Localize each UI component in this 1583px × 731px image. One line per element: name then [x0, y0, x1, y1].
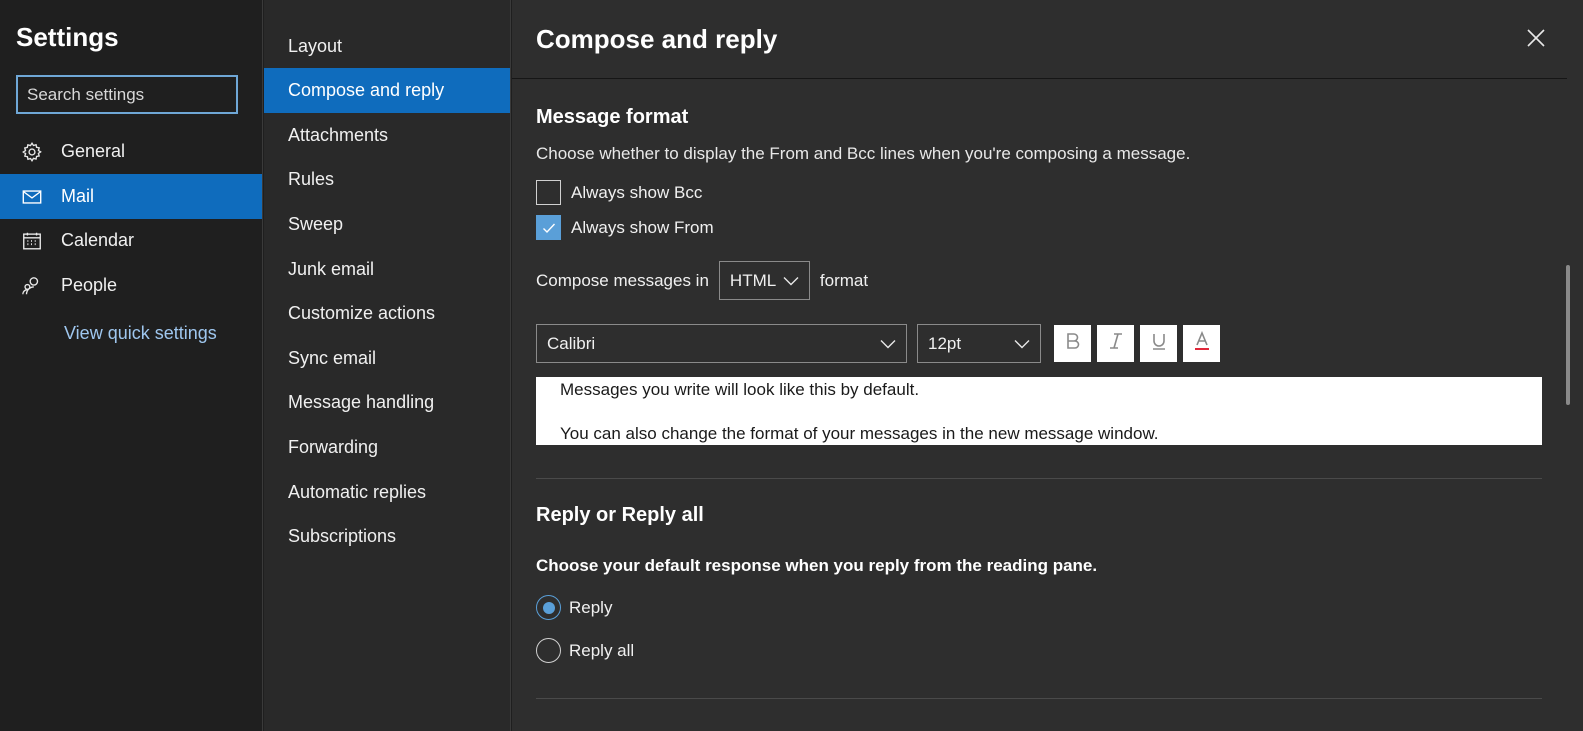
reply-all-radio[interactable]: Reply all [536, 638, 634, 663]
section-subscriptions[interactable]: Subscriptions [264, 514, 510, 559]
close-icon[interactable] [1524, 26, 1548, 50]
italic-icon [1106, 331, 1126, 356]
radio-unselected-icon[interactable] [536, 638, 561, 663]
mail-icon [20, 185, 44, 209]
always-show-bcc-checkbox[interactable]: Always show Bcc [536, 180, 702, 205]
always-show-from-checkbox[interactable]: Always show From [536, 215, 714, 240]
checkbox-label: Always show From [571, 217, 714, 237]
reply-radio[interactable]: Reply [536, 595, 612, 620]
nav-item-label: General [61, 141, 126, 161]
section-sync-email[interactable]: Sync email [264, 336, 510, 381]
chevron-down-icon [880, 334, 896, 354]
font-family-dropdown[interactable]: Calibri [536, 324, 907, 363]
compose-format-row: Compose messages in HTML format [536, 261, 868, 300]
bold-icon [1063, 331, 1083, 356]
section-forwarding[interactable]: Forwarding [264, 425, 510, 470]
compose-prefix-label: Compose messages in [536, 270, 709, 290]
calendar-icon [20, 229, 44, 253]
panel-title: Compose and reply [536, 24, 778, 54]
checkbox-unchecked[interactable] [536, 180, 561, 205]
section-compose-and-reply[interactable]: Compose and reply [264, 68, 510, 113]
checkmark-icon[interactable] [536, 215, 561, 240]
section-sweep[interactable]: Sweep [264, 202, 510, 247]
compose-format-dropdown[interactable]: HTML [718, 261, 810, 300]
font-color-icon [1192, 330, 1212, 356]
message-format-description: Choose whether to display the From and B… [536, 144, 1191, 163]
section-customize-actions[interactable]: Customize actions [264, 291, 510, 336]
settings-title: Settings [16, 22, 119, 52]
radio-label: Reply [569, 597, 613, 617]
reply-section-description: Choose your default response when you re… [536, 556, 1098, 575]
reply-section-title: Reply or Reply all [536, 504, 704, 526]
nav-item-general[interactable]: General [0, 129, 262, 174]
nav-item-label: People [61, 275, 118, 295]
header-divider [512, 78, 1567, 79]
nav-item-mail[interactable]: Mail [0, 174, 262, 219]
dropdown-value: 12pt [928, 333, 962, 353]
italic-button[interactable] [1097, 325, 1134, 362]
section-layout[interactable]: Layout [264, 24, 510, 69]
preview-line-2: You can also change the format of your m… [560, 424, 1159, 443]
bold-button[interactable] [1054, 325, 1091, 362]
preview-line-1: Messages you write will look like this b… [560, 380, 920, 399]
people-icon [20, 274, 44, 298]
section-divider [536, 478, 1542, 479]
view-quick-settings-link[interactable]: View quick settings [64, 323, 217, 344]
compose-suffix-label: format [819, 270, 869, 290]
message-format-title: Message format [536, 106, 689, 128]
mail-sections-pane: Layout Compose and reply Attachments Rul… [264, 0, 511, 731]
chevron-down-icon [783, 271, 799, 291]
nav-item-calendar[interactable]: Calendar [0, 218, 262, 263]
dropdown-value: HTML [729, 270, 777, 290]
section-rules[interactable]: Rules [264, 157, 510, 202]
message-preview: Messages you write will look like this b… [536, 377, 1542, 445]
gear-icon [20, 140, 44, 164]
font-size-dropdown[interactable]: 12pt [917, 324, 1041, 363]
underline-icon [1149, 331, 1169, 356]
compose-reply-panel: Compose and reply Message format Choose … [512, 0, 1583, 731]
underline-button[interactable] [1140, 325, 1177, 362]
nav-item-label: Calendar [61, 230, 135, 250]
nav-item-people[interactable]: People [0, 263, 262, 308]
nav-item-label: Mail [61, 186, 95, 206]
section-automatic-replies[interactable]: Automatic replies [264, 470, 510, 515]
search-settings-input[interactable] [16, 75, 238, 114]
section-message-handling[interactable]: Message handling [264, 380, 510, 425]
section-junk-email[interactable]: Junk email [264, 247, 510, 292]
radio-label: Reply all [569, 640, 635, 660]
chevron-down-icon [1014, 334, 1030, 354]
dropdown-value: Calibri [547, 333, 596, 353]
font-color-button[interactable] [1183, 325, 1220, 362]
section-divider [536, 698, 1542, 699]
checkbox-label: Always show Bcc [571, 182, 703, 202]
section-attachments[interactable]: Attachments [264, 113, 510, 158]
settings-nav-pane: Settings General Mail Calendar [0, 0, 263, 731]
radio-selected-icon[interactable] [536, 595, 561, 620]
scrollbar-thumb[interactable] [1566, 265, 1570, 405]
